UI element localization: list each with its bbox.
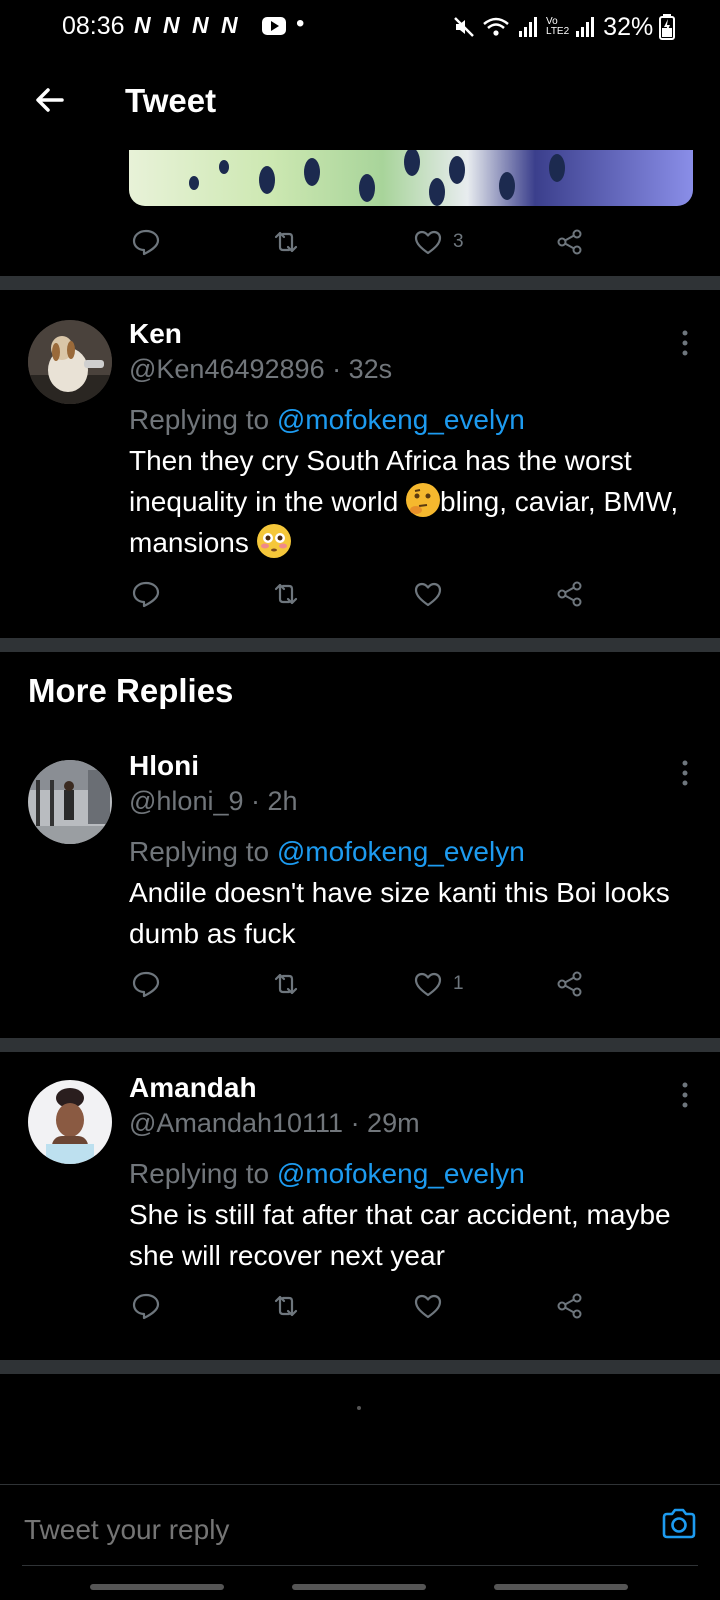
heart-icon [414,230,442,255]
tweet-text: Andile doesn't have size kanti this Boi … [129,877,670,949]
share-button[interactable] [555,964,585,1004]
tweet-text: She is still fat after that car accident… [129,1199,671,1271]
reply-input[interactable] [22,1507,626,1553]
share-icon [557,1293,582,1319]
battery-icon [659,14,676,40]
status-time: 08:36 [62,12,125,40]
speech-bubble-icon [132,1293,160,1320]
reply-tweet[interactable]: Ken @Ken46492896 · 32s Replying to @mofo… [0,290,720,636]
tweet-actions: 1 [129,964,609,1004]
top-bar: Tweet [0,56,720,148]
author-name[interactable]: Amandah [129,1072,257,1104]
status-bar: 08:36 N N N N • Vo LTE2 32% [0,0,720,56]
retweet-icon [274,973,298,995]
retweet-button[interactable] [271,222,301,262]
divider [0,276,720,290]
battery-percent: 32% [603,12,654,41]
tweet-text: Then they cry South Africa has the worst… [129,440,704,563]
wifi-icon [483,17,509,36]
share-button[interactable] [555,222,585,262]
notification-icons: N N N N [134,12,241,38]
replying-to-label: Replying to [129,404,277,435]
author-name[interactable]: Hloni [129,750,199,782]
divider [0,638,720,652]
speech-bubble-icon [132,229,160,256]
retweet-icon [274,583,298,605]
divider [0,1038,720,1052]
replying-to: Replying to @mofokeng_evelyn [129,1158,525,1190]
retweet-icon [274,1295,298,1317]
more-options-icon[interactable] [680,760,690,786]
compose-bar [0,1484,720,1575]
like-count: 3 [453,231,464,252]
like-button[interactable]: 3 [413,222,464,262]
heart-icon [414,582,442,607]
like-button[interactable]: 1 [413,964,464,1004]
mention-link[interactable]: @mofokeng_evelyn [277,1158,525,1189]
signal-2-icon [576,17,595,37]
thinking-face-emoji [406,483,441,517]
author-handle: @Amandah10111 · 29m [129,1108,420,1138]
avatar[interactable] [28,320,112,404]
replying-to-label: Replying to [129,836,277,867]
nav-home-button[interactable] [292,1584,426,1590]
reply-button[interactable] [131,964,161,1004]
reply-button[interactable] [131,574,161,614]
speech-bubble-icon [132,971,160,998]
nav-recents-button[interactable] [90,1584,224,1590]
author-handle: @hloni_9 · 2h [129,786,298,816]
like-count: 1 [453,973,464,994]
reply-tweet[interactable]: Amandah @Amandah10111 · 29m Replying to … [0,1052,720,1352]
more-options-icon[interactable] [680,1082,690,1108]
share-button[interactable] [555,574,585,614]
replying-to: Replying to @mofokeng_evelyn [129,836,525,868]
speech-bubble-icon [132,581,160,608]
replying-to-label: Replying to [129,1158,277,1189]
avatar[interactable] [28,1080,112,1164]
reply-button[interactable] [131,1286,161,1326]
mention-link[interactable]: @mofokeng_evelyn [277,404,525,435]
heart-icon [414,1294,442,1319]
volte-icon: Vo LTE2 [546,16,570,37]
replying-to: Replying to @mofokeng_evelyn [129,404,525,436]
status-icons: Vo LTE2 32% [452,12,676,42]
tweet-actions [129,1286,609,1326]
heart-icon [414,972,442,997]
more-replies-heading: More Replies [28,672,234,709]
page-title: Tweet [125,82,217,119]
camera-icon[interactable] [660,1505,698,1543]
share-icon [557,229,582,255]
more-options-icon[interactable] [680,330,690,356]
retweet-button[interactable] [271,1286,301,1326]
tweet-actions: 3 [129,222,609,262]
author-name[interactable]: Ken [129,318,182,350]
back-arrow-icon[interactable] [32,82,68,118]
author-handle: @Ken46492896 · 32s [129,354,393,384]
reply-tweet[interactable]: Hloni @hloni_9 · 2h Replying to @mofoken… [0,730,720,1030]
like-button[interactable] [413,1286,453,1326]
retweet-button[interactable] [271,964,301,1004]
status-dot: • [296,10,305,37]
youtube-icon [262,17,286,35]
tweet-actions [129,574,609,614]
retweet-button[interactable] [271,574,301,614]
retweet-icon [274,231,298,253]
tweet-media-image[interactable] [129,150,693,206]
avatar[interactable] [28,760,112,844]
share-icon [557,971,582,997]
mute-icon [454,17,474,37]
mention-link[interactable]: @mofokeng_evelyn [277,836,525,867]
flushed-face-emoji [256,524,291,558]
system-nav-bar [0,1576,720,1600]
share-icon [557,581,582,607]
divider [0,1360,720,1374]
like-button[interactable] [413,574,453,614]
nav-back-button[interactable] [494,1584,628,1590]
reply-button[interactable] [131,222,161,262]
input-underline [22,1565,698,1566]
signal-icon [519,17,537,37]
loading-indicator [357,1406,361,1410]
share-button[interactable] [555,1286,585,1326]
